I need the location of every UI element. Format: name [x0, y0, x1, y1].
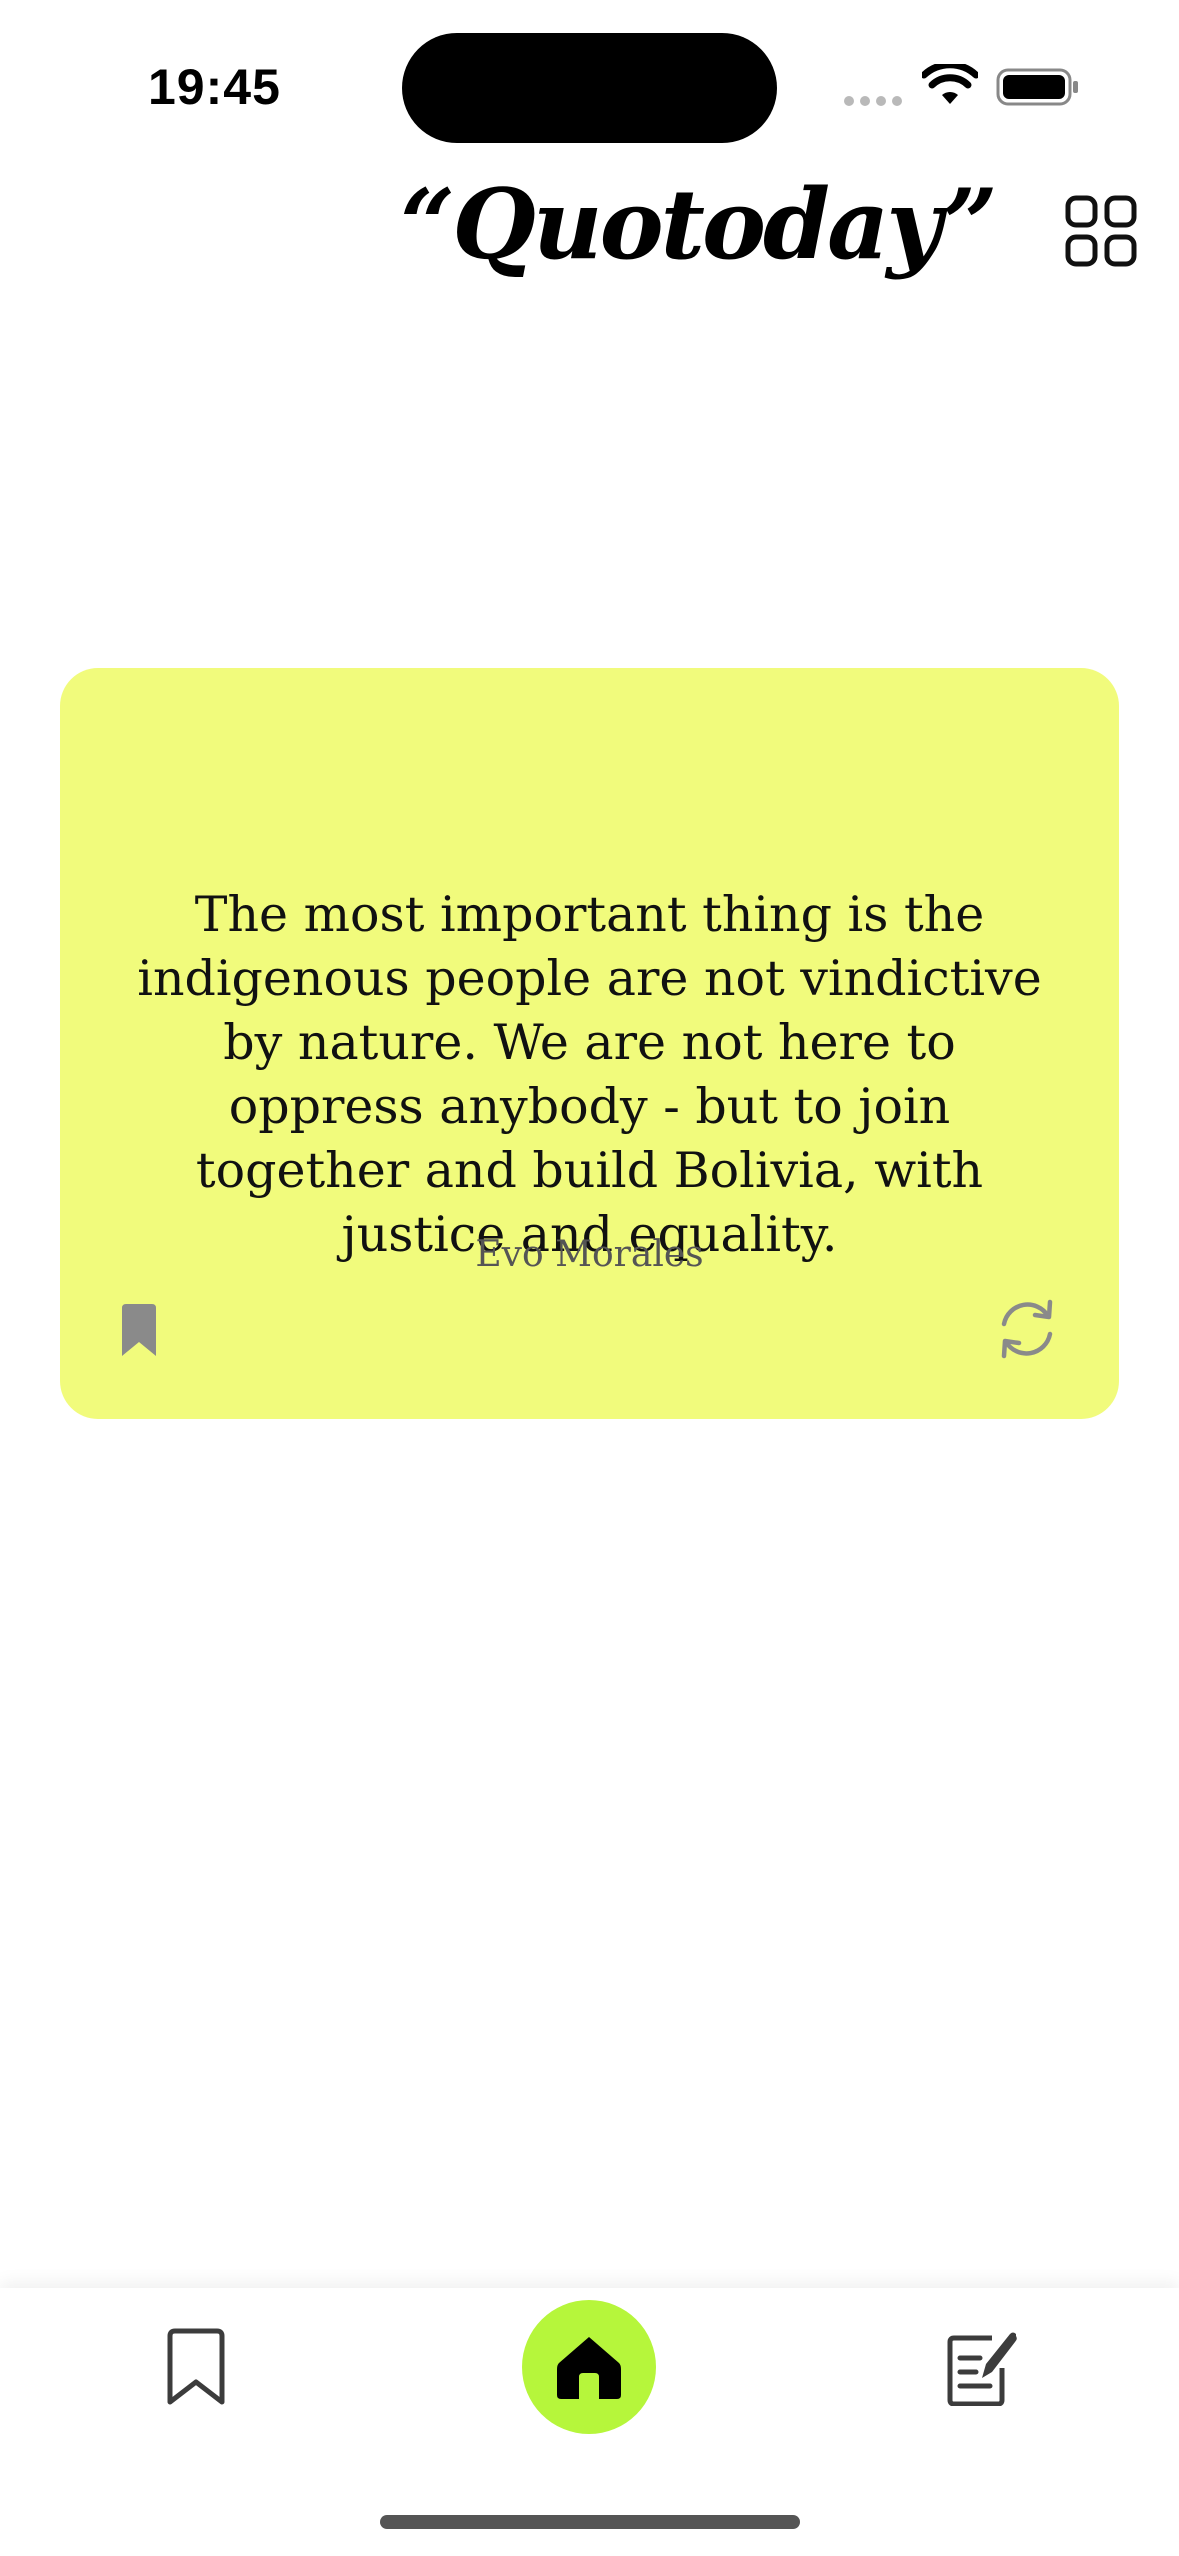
wifi-icon — [922, 64, 978, 104]
home-icon — [557, 2337, 621, 2399]
cellular-signal-icon — [844, 96, 904, 108]
bookmark-outline-icon[interactable] — [162, 2328, 230, 2408]
write-note-icon[interactable] — [946, 2328, 1018, 2406]
home-tab-button[interactable] — [522, 2300, 656, 2434]
grid-icon[interactable] — [1065, 195, 1137, 267]
home-indicator[interactable] — [380, 2515, 800, 2529]
battery-icon — [996, 68, 1078, 106]
status-time: 19:45 — [148, 59, 281, 115]
quote-author: Evo Morales — [475, 1234, 704, 1275]
bookmark-filled-icon[interactable] — [118, 1304, 160, 1358]
quote-card: The most important thing is the indigeno… — [60, 668, 1119, 1419]
app-logo: “Quotoday” — [400, 168, 998, 281]
dynamic-island — [402, 33, 777, 143]
refresh-icon[interactable] — [994, 1296, 1060, 1362]
quote-text: The most important thing is the indigeno… — [137, 886, 1042, 1263]
